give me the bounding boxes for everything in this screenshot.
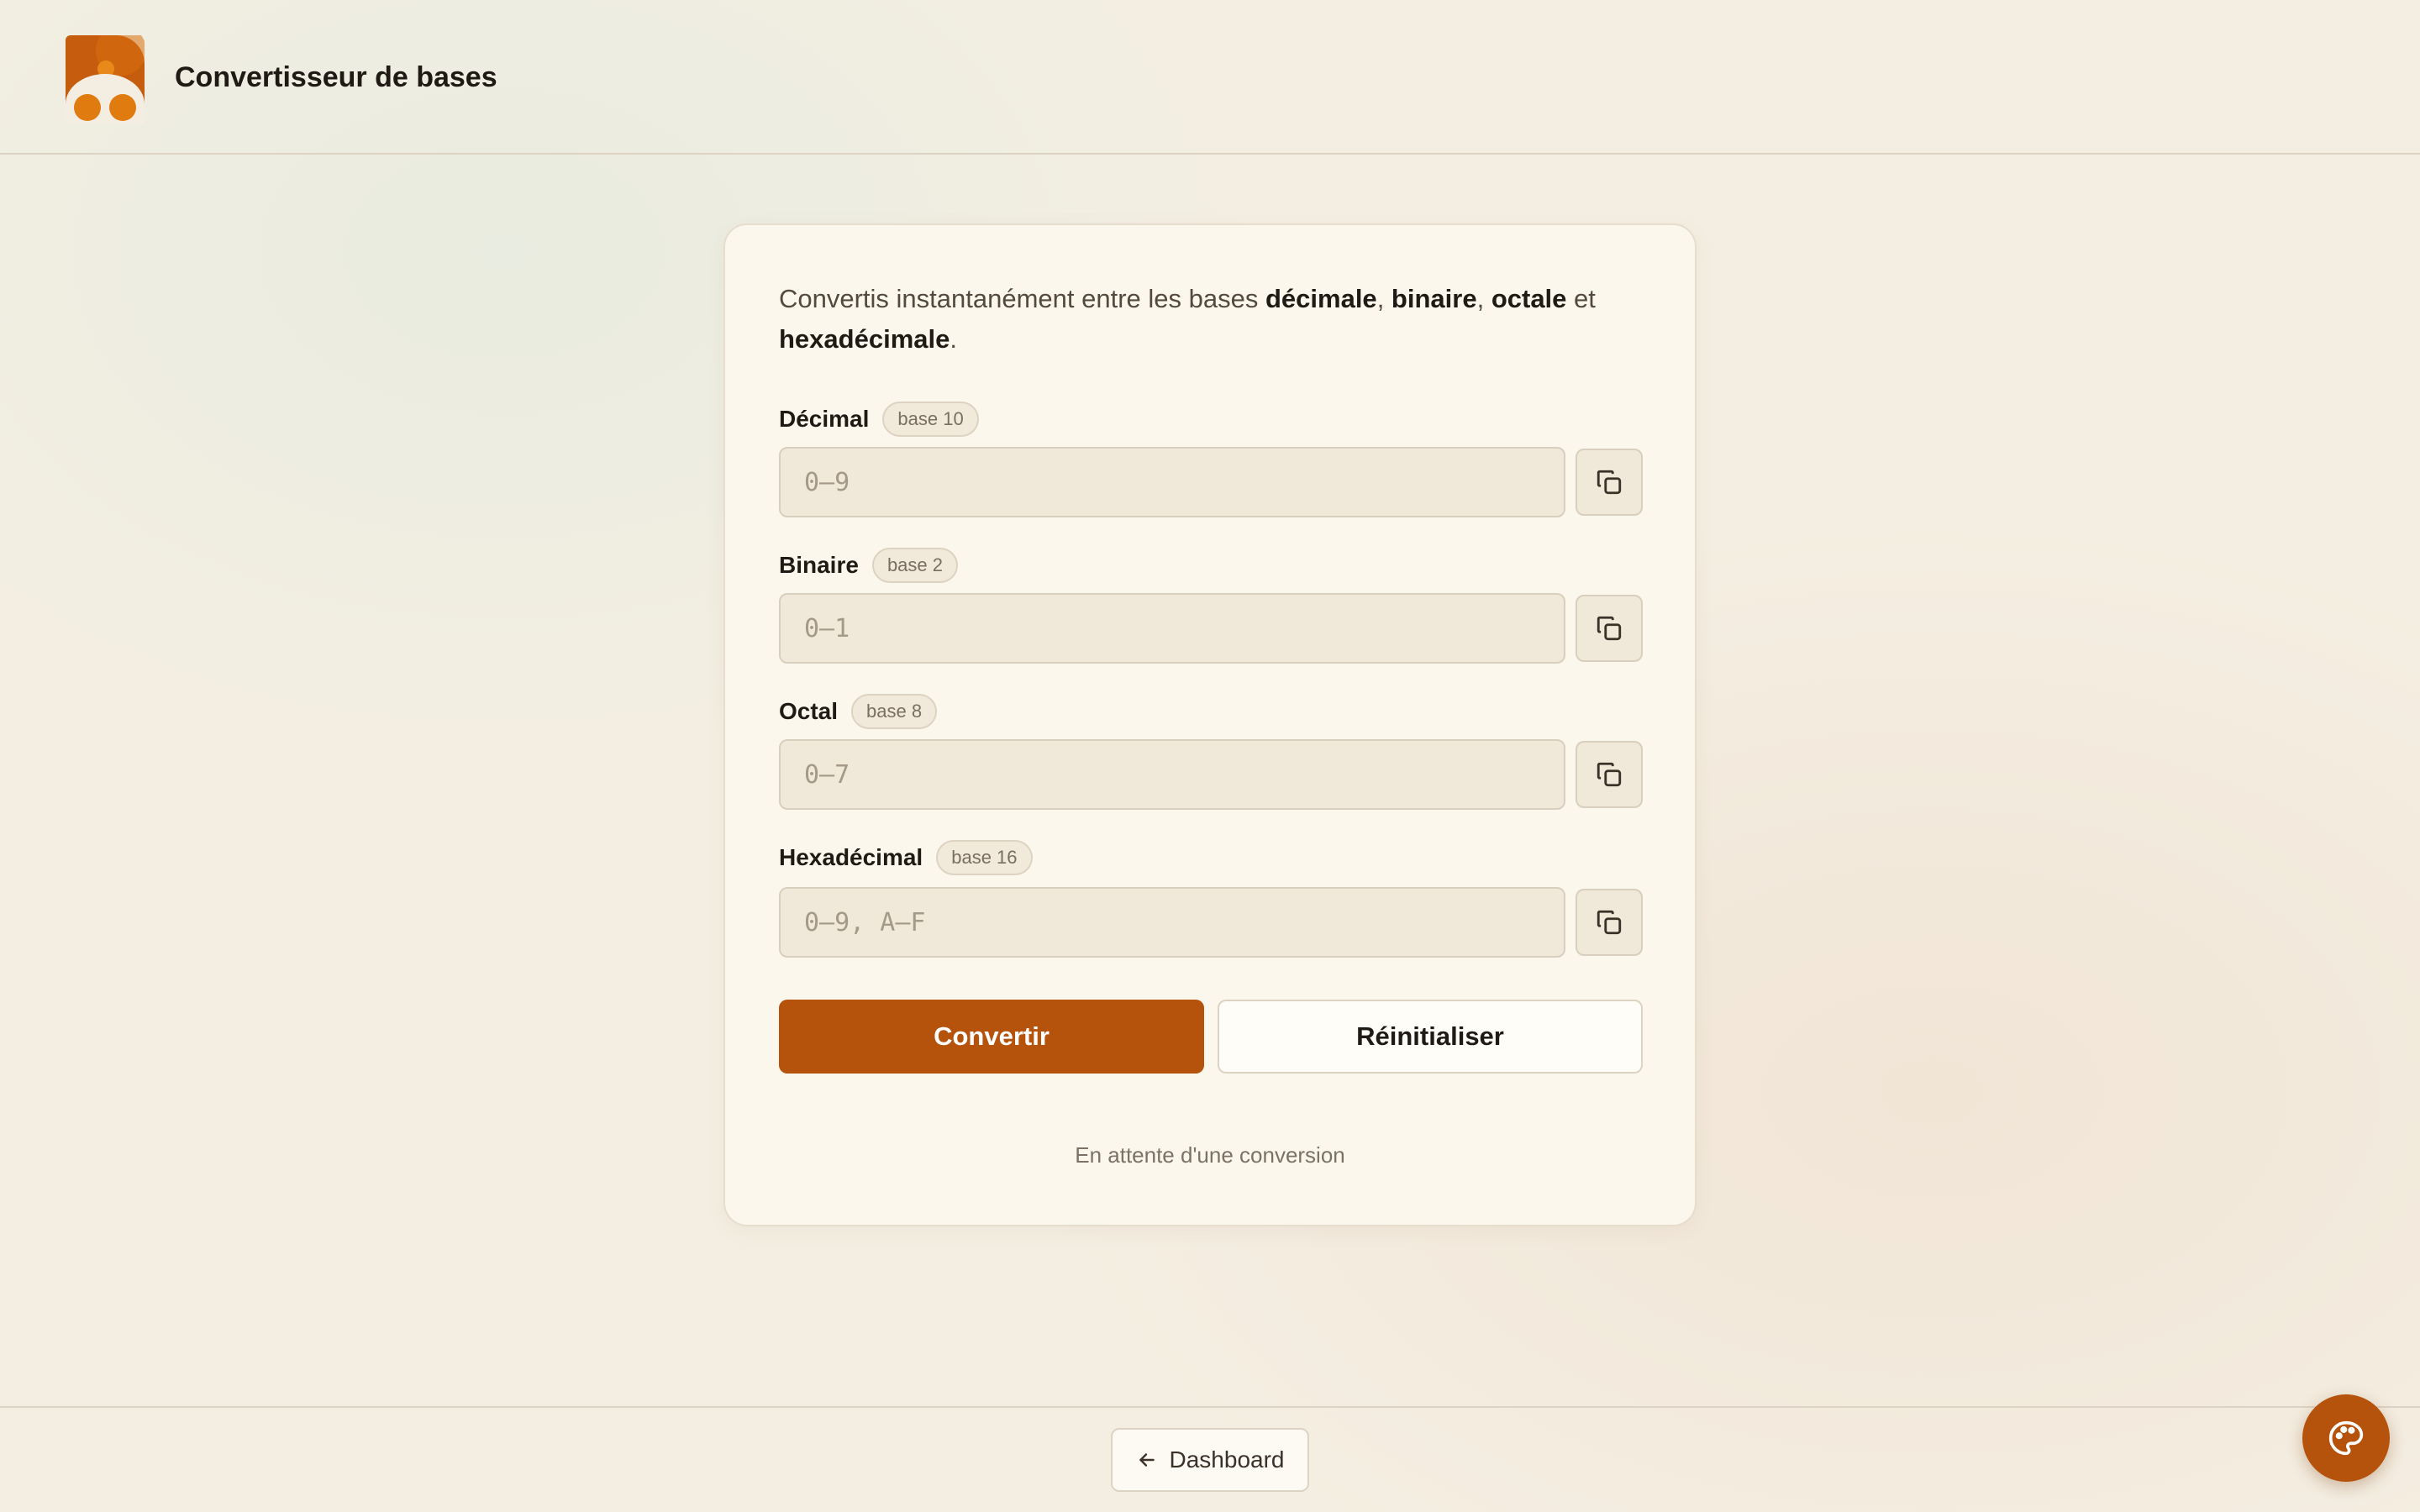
reset-button[interactable]: Réinitialiser [1218,1000,1643,1074]
copy-icon [1597,762,1622,787]
intro-text: Convertis instantanément entre les bases… [779,284,1596,354]
dashboard-label: Dashboard [1169,1446,1285,1473]
app-header: Convertisseur de bases [0,0,2420,155]
app-logo-icon [66,35,145,124]
palette-icon [2328,1420,2364,1456]
copy-icon [1597,910,1622,935]
octal-label: Octal base 8 [779,692,938,731]
decimal-label-text: Décimal [779,406,870,432]
binary-label-text: Binaire [779,552,859,578]
binary-base-badge: base 2 [871,548,958,583]
hex-label: Hexadécimal base 16 [779,838,1033,877]
decimal-base-badge: base 10 [882,402,979,437]
copy-icon [1597,616,1622,641]
copy-icon [1597,470,1622,495]
binary-input[interactable]: 0–1 [779,593,1565,664]
binary-label: Binaire base 2 [779,546,958,585]
copy-decimal-button[interactable] [1576,449,1643,516]
app-title: Convertisseur de bases [175,61,497,93]
octal-base-badge: base 8 [851,694,938,729]
converter-card: Convertis instantanément entre les bases… [723,223,1697,1226]
octal-input[interactable]: 0–7 [779,739,1565,810]
copy-binary-button[interactable] [1576,595,1643,662]
hex-base-badge: base 16 [936,840,1033,875]
octal-label-text: Octal [779,698,839,724]
status-text: En attente d'une conversion [1075,1142,1345,1168]
hex-label-text: Hexadécimal [779,844,923,870]
theme-button[interactable] [2302,1394,2390,1482]
decimal-label: Décimal base 10 [779,400,979,438]
decimal-input[interactable]: 0–9 [779,447,1565,517]
arrow-left-icon [1139,1453,1155,1467]
hex-input[interactable]: 0–9, A–F [779,887,1565,958]
copy-hex-button[interactable] [1576,889,1643,956]
copy-octal-button[interactable] [1576,741,1643,808]
dashboard-button[interactable]: Dashboard [1111,1428,1309,1492]
convert-button[interactable]: Convertir [779,1000,1204,1074]
